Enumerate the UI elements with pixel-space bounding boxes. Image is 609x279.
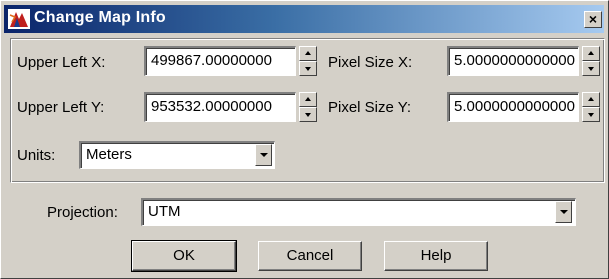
pixel-size-x-label: Pixel Size X: — [328, 54, 413, 71]
upper-left-y-field[interactable]: 953532.00000000 — [144, 92, 296, 122]
pixel-size-y-label: Pixel Size Y: — [328, 99, 412, 116]
chevron-down-icon — [260, 153, 268, 157]
arrow-up-icon — [305, 97, 311, 101]
spin-up-button[interactable] — [299, 92, 317, 107]
arrow-up-icon — [588, 51, 594, 55]
spin-down-button[interactable] — [582, 107, 600, 122]
cancel-button[interactable]: Cancel — [258, 241, 362, 271]
map-app-icon — [8, 9, 30, 29]
projection-value: UTM — [148, 203, 181, 220]
units-dropdown-button[interactable] — [255, 144, 272, 166]
arrow-up-icon — [305, 51, 311, 55]
arrow-down-icon — [588, 67, 594, 71]
pixel-size-x-spinner[interactable] — [582, 46, 600, 76]
units-value: Meters — [86, 146, 132, 163]
spin-up-button[interactable] — [582, 46, 600, 61]
upper-left-x-field[interactable]: 499867.00000000 — [144, 46, 296, 76]
pixel-size-y-spinner[interactable] — [582, 92, 600, 122]
arrow-down-icon — [588, 113, 594, 117]
projection-dropdown-button[interactable] — [555, 201, 572, 223]
upper-left-x-label: Upper Left X: — [17, 54, 106, 71]
spin-down-button[interactable] — [299, 61, 317, 76]
upper-left-x-spinner[interactable] — [299, 46, 317, 76]
upper-left-y-label: Upper Left Y: — [17, 99, 105, 116]
close-icon: × — [588, 11, 598, 27]
arrow-down-icon — [305, 67, 311, 71]
close-button[interactable]: × — [584, 11, 602, 28]
pixel-size-x-field[interactable]: 5.0000000000000 — [447, 46, 579, 76]
arrow-up-icon — [588, 97, 594, 101]
chevron-down-icon — [560, 210, 568, 214]
units-select[interactable]: Meters — [79, 141, 275, 169]
dialog-title: Change Map Info — [34, 9, 166, 26]
projection-select[interactable]: UTM — [141, 198, 576, 226]
spin-down-button[interactable] — [299, 107, 317, 122]
spin-up-button[interactable] — [299, 46, 317, 61]
units-label: Units: — [17, 147, 56, 164]
upper-left-y-spinner[interactable] — [299, 92, 317, 122]
pixel-size-y-field[interactable]: 5.0000000000000 — [447, 92, 579, 122]
ok-button[interactable]: OK — [131, 240, 237, 272]
help-button[interactable]: Help — [384, 241, 488, 271]
spin-down-button[interactable] — [582, 61, 600, 76]
projection-label: Projection: — [47, 204, 118, 221]
spin-up-button[interactable] — [582, 92, 600, 107]
change-map-info-dialog: Change Map Info × Upper Left X: 499867.0… — [0, 0, 609, 279]
arrow-down-icon — [305, 113, 311, 117]
title-bar[interactable]: Change Map Info × — [4, 5, 604, 33]
